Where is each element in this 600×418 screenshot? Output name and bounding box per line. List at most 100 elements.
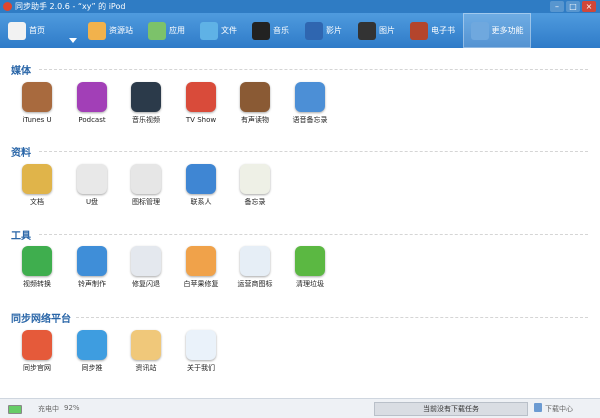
nav-video-label: 影片: [326, 26, 342, 35]
window-title: 同步助手 2.0.6 - “xy” 的 iPod: [15, 2, 126, 11]
tile-white-apple-fix-label: 白苹果修复: [183, 280, 219, 288]
section-title-tools: 工具: [11, 231, 31, 242]
tile-ringtone[interactable]: 铃声制作: [67, 246, 117, 289]
tile-itunes-u[interactable]: iTunes U: [12, 82, 62, 125]
main-toolbar: 首页 资源站 应用 文件 音乐 影片 图片 电子书 更多功能: [0, 13, 600, 48]
voice-memo-icon: [295, 82, 325, 112]
nav-ebooks-label: 电子书: [431, 26, 455, 35]
photo-icon: [358, 21, 376, 40]
tile-tv-show[interactable]: TV Show: [176, 82, 226, 125]
nav-apps[interactable]: 应用: [148, 13, 185, 48]
close-button[interactable]: ×: [582, 1, 596, 12]
tile-notes[interactable]: 备忘录: [230, 164, 280, 207]
nav-ebooks[interactable]: 电子书: [410, 13, 455, 48]
nav-more-features[interactable]: 更多功能: [463, 13, 531, 48]
tile-icon-manage-label: 图标管理: [132, 198, 160, 206]
video-convert-icon: [22, 246, 52, 276]
file-icon: [200, 21, 218, 40]
ebook-icon: [410, 21, 428, 40]
about-icon: [186, 330, 216, 360]
icon-manage-icon: [131, 164, 161, 194]
tile-carrier-label: 运营商图标: [237, 280, 273, 288]
nav-more-features-label: 更多功能: [491, 26, 524, 35]
tile-about[interactable]: 关于我们: [176, 330, 226, 373]
nav-photos-label: 图片: [379, 26, 395, 35]
download-icon[interactable]: [534, 403, 542, 412]
tv-show-icon: [186, 82, 216, 112]
tile-carrier[interactable]: 运营商图标: [230, 246, 280, 289]
tile-music-video[interactable]: 音乐视频: [121, 82, 171, 125]
nav-music-label: 音乐: [273, 26, 289, 35]
tile-voice-memo[interactable]: 语音备忘录: [285, 82, 335, 125]
section-title-network: 同步网络平台: [11, 314, 71, 325]
nav-resources-label: 资源站: [109, 26, 133, 35]
tile-news-label: 资讯站: [135, 364, 157, 372]
tile-white-apple-fix[interactable]: 白苹果修复: [176, 246, 226, 289]
tile-document[interactable]: 文档: [12, 164, 62, 207]
website-icon: [22, 330, 52, 360]
tile-contacts-label: 联系人: [190, 198, 212, 206]
chevron-down-icon[interactable]: [69, 38, 77, 43]
news-icon: [131, 330, 161, 360]
tui-icon: [77, 330, 107, 360]
tile-notes-label: 备忘录: [244, 198, 266, 206]
tile-podcast[interactable]: Podcast: [67, 82, 117, 125]
document-icon: [22, 164, 52, 194]
tile-clean-label: 清理垃圾: [296, 280, 324, 288]
maximize-button[interactable]: □: [566, 1, 580, 12]
tile-website-label: 同步官网: [23, 364, 51, 372]
tile-about-label: 关于我们: [187, 364, 215, 372]
tile-website[interactable]: 同步官网: [12, 330, 62, 373]
charging-status: 充电中: [38, 405, 59, 413]
tile-audiobook-label: 有声读物: [241, 116, 269, 124]
minimize-button[interactable]: –: [550, 1, 564, 12]
carrier-icon: [240, 246, 270, 276]
tile-tui[interactable]: 同步推: [67, 330, 117, 373]
tile-news[interactable]: 资讯站: [121, 330, 171, 373]
nav-files[interactable]: 文件: [200, 13, 237, 48]
nav-video[interactable]: 影片: [305, 13, 342, 48]
nav-files-label: 文件: [221, 26, 237, 35]
tile-voice-memo-label: 语音备忘录: [292, 116, 328, 124]
tile-music-video-label: 音乐视频: [132, 116, 160, 124]
tile-clean[interactable]: 清理垃圾: [285, 246, 335, 289]
window-controls: – □ ×: [550, 1, 596, 12]
tile-fix-crash[interactable]: 修复闪退: [121, 246, 171, 289]
section-title-media: 媒体: [11, 66, 31, 77]
clean-icon: [295, 246, 325, 276]
home-icon: [8, 21, 26, 40]
tile-video-convert[interactable]: 视频转换: [12, 246, 62, 289]
more-icon: [470, 21, 489, 40]
features-panel: 媒体 iTunes U Podcast 音乐视频 TV Show 有声读物 语音…: [0, 48, 600, 398]
nav-home[interactable]: 首页: [8, 13, 45, 48]
video-icon: [305, 21, 323, 40]
ringtone-icon: [77, 246, 107, 276]
tile-tui-label: 同步推: [81, 364, 103, 372]
shop-icon: [88, 21, 106, 40]
section-divider: [76, 317, 588, 318]
battery-icon: [8, 405, 22, 414]
download-center-link[interactable]: 下载中心: [545, 404, 573, 414]
section-divider: [39, 151, 588, 152]
nav-photos[interactable]: 图片: [358, 13, 395, 48]
section-title-data: 资料: [11, 148, 31, 159]
white-apple-fix-icon: [186, 246, 216, 276]
notes-icon: [240, 164, 270, 194]
music-video-icon: [131, 82, 161, 112]
section-divider: [39, 69, 588, 70]
tile-ringtone-label: 铃声制作: [78, 280, 106, 288]
section-divider: [39, 234, 588, 235]
tile-udisk-label: U盘: [85, 198, 99, 206]
battery-percent: 92%: [64, 404, 80, 412]
tile-udisk[interactable]: U盘: [67, 164, 117, 207]
app-logo-icon: [3, 2, 12, 11]
download-task-status[interactable]: 当前没有下载任务: [374, 402, 528, 416]
tile-tv-show-label: TV Show: [185, 116, 217, 124]
tile-contacts[interactable]: 联系人: [176, 164, 226, 207]
nav-music[interactable]: 音乐: [252, 13, 289, 48]
apps-icon: [148, 21, 166, 40]
tile-itunes-u-label: iTunes U: [22, 116, 52, 124]
tile-icon-manage[interactable]: 图标管理: [121, 164, 171, 207]
tile-audiobook[interactable]: 有声读物: [230, 82, 280, 125]
nav-resources[interactable]: 资源站: [88, 13, 133, 48]
